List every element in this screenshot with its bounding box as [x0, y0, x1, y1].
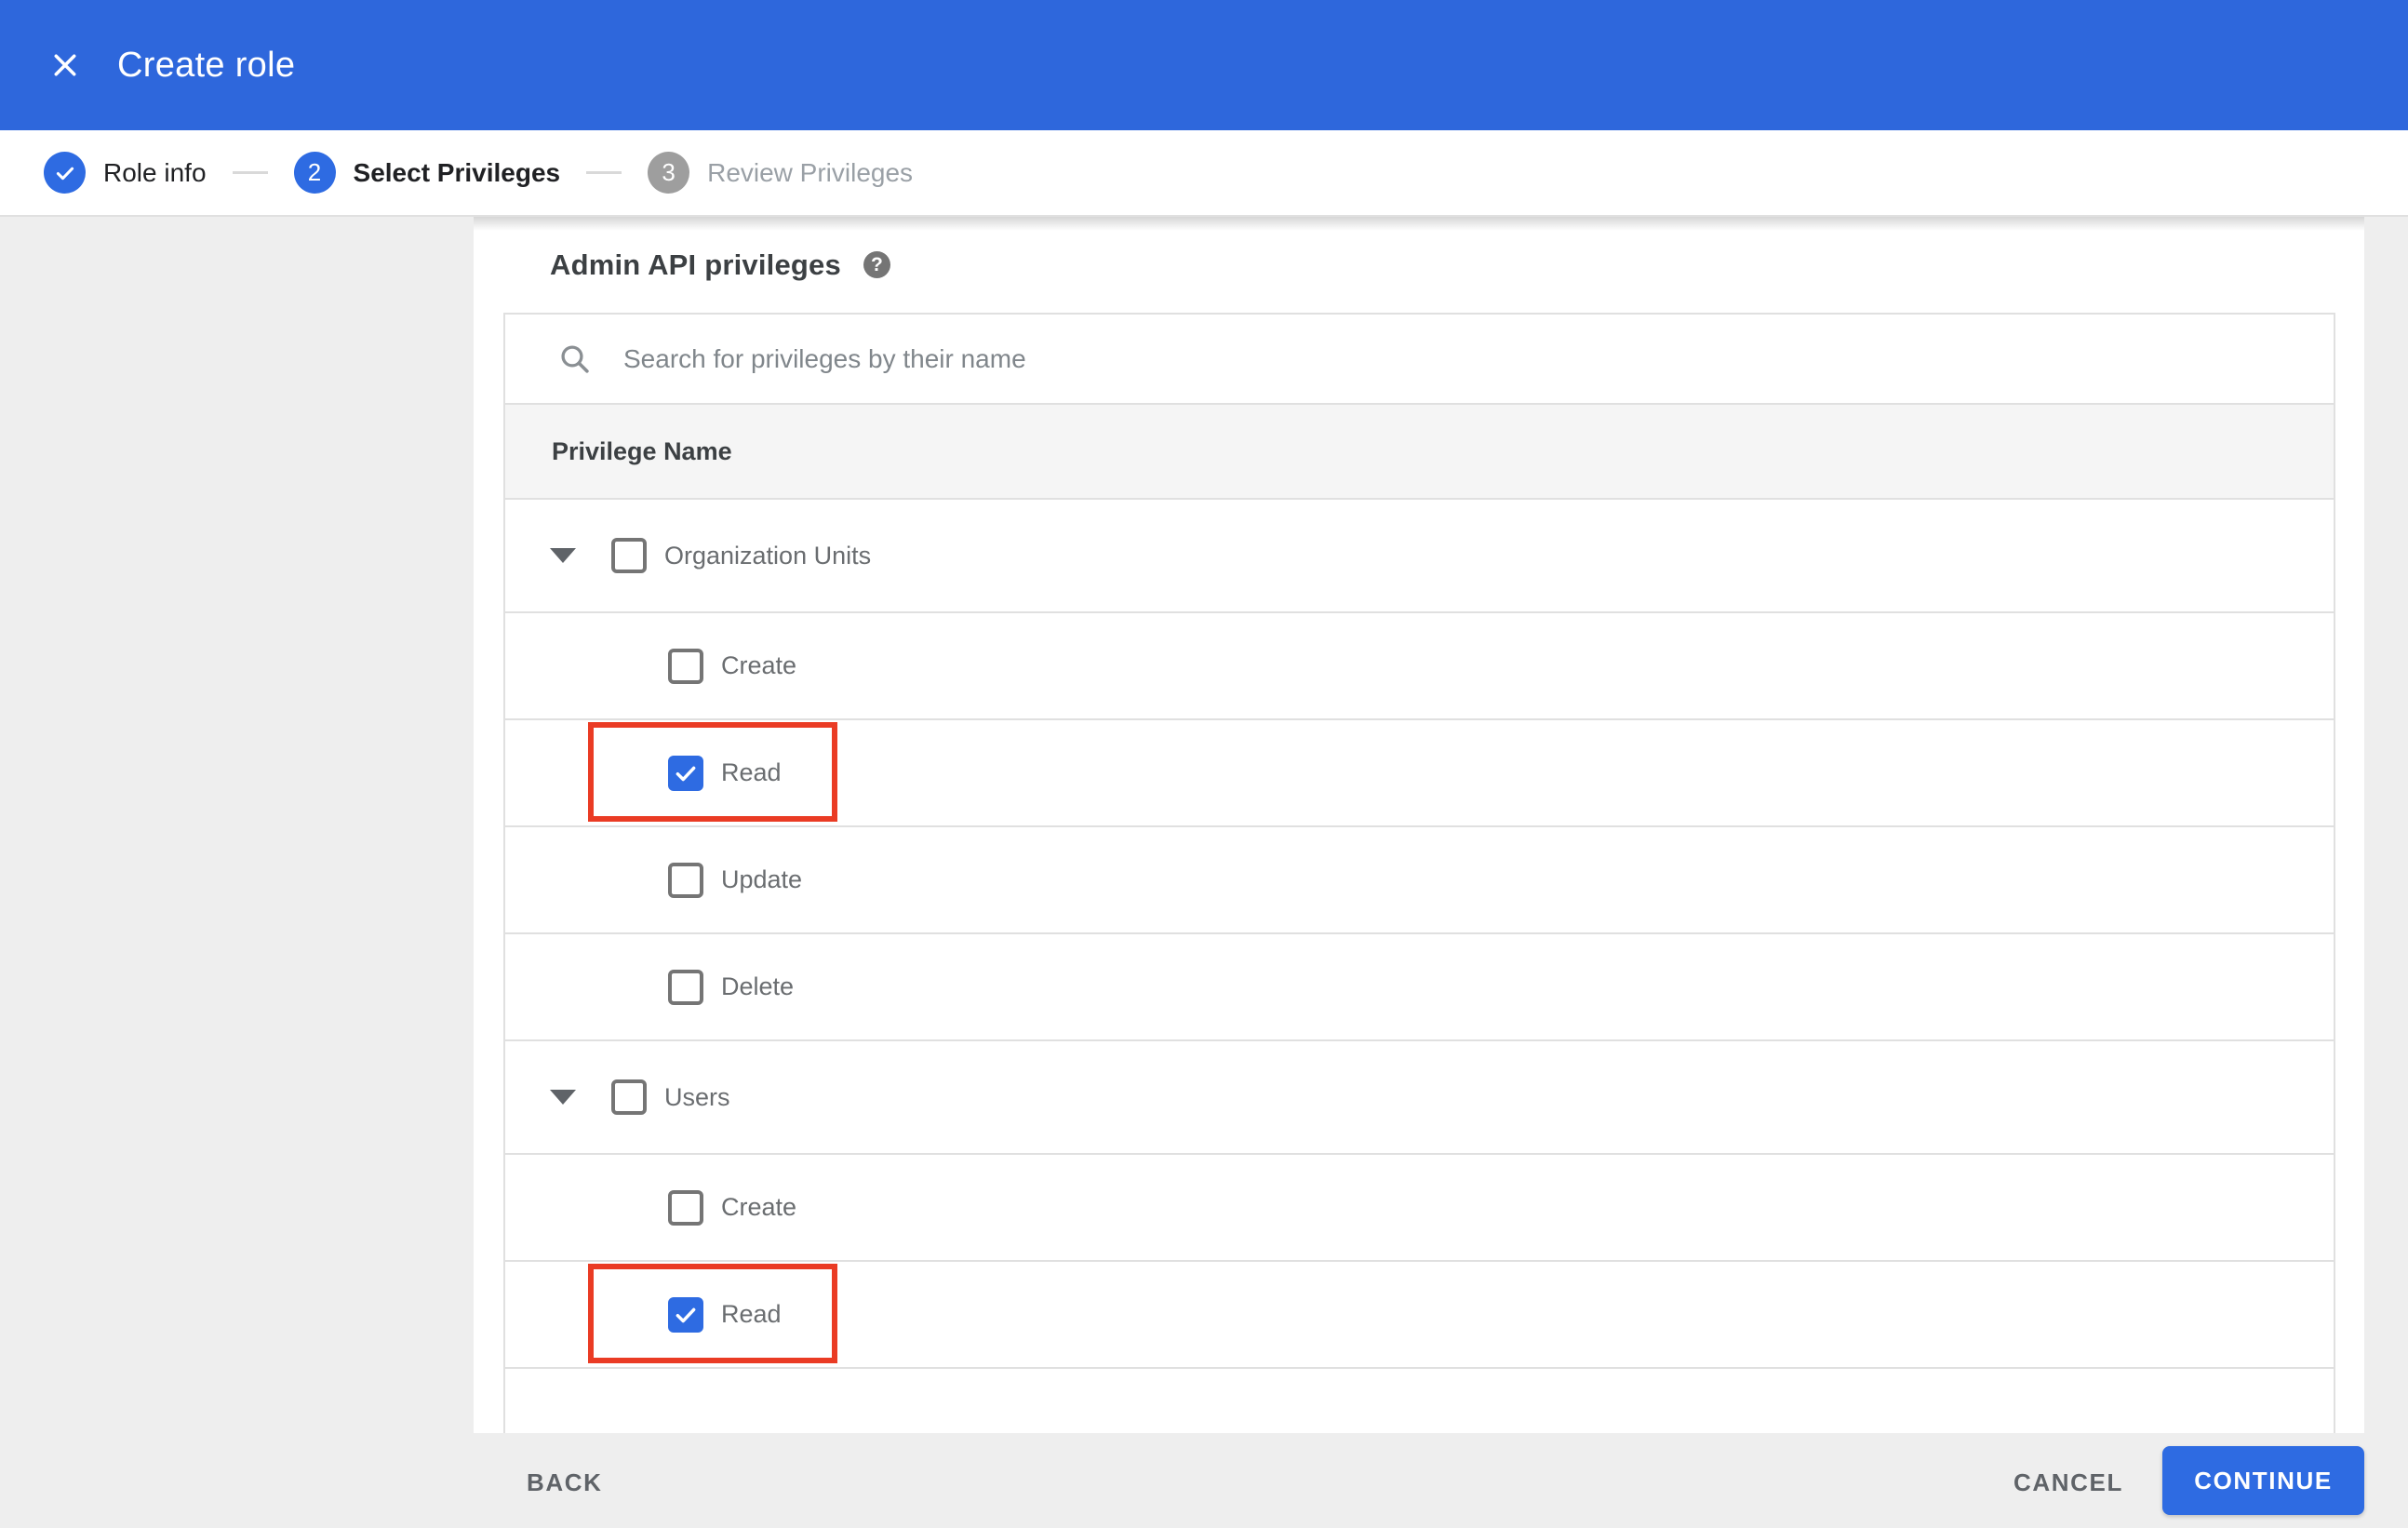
table-row-users[interactable]: Users: [505, 1041, 2334, 1155]
privileges-panel: Admin API privileges ? Privilege Name Or…: [474, 217, 2364, 1433]
step-2-badge: 2: [293, 152, 336, 194]
continue-button[interactable]: CONTINUE: [2162, 1446, 2364, 1515]
section-title: Admin API privileges: [550, 248, 841, 281]
close-button[interactable]: [39, 39, 91, 91]
back-button[interactable]: BACK: [521, 1459, 609, 1507]
dialog-title: Create role: [117, 45, 296, 85]
search-row: [505, 315, 2334, 405]
privilege-label: Users: [664, 1082, 730, 1111]
table-row-partial: [505, 1369, 2334, 1433]
step-1-done-icon: [44, 152, 86, 194]
privilege-checkbox[interactable]: [668, 755, 703, 791]
expander-triangle-icon[interactable]: [550, 548, 576, 563]
step-2-label: Select Privileges: [353, 157, 561, 187]
section-heading-row: Admin API privileges ?: [503, 217, 2335, 313]
table-row-delete[interactable]: Delete: [505, 934, 2334, 1041]
search-icon: [558, 342, 592, 376]
step-select-privileges[interactable]: 2 Select Privileges: [293, 152, 561, 194]
column-header-privilege-name: Privilege Name: [552, 436, 732, 465]
privilege-label: Read: [721, 758, 782, 786]
privilege-label: Organization Units: [664, 541, 872, 570]
privilege-checkbox[interactable]: [668, 648, 703, 684]
table-header: Privilege Name: [505, 405, 2334, 500]
close-icon: [49, 49, 81, 81]
selection-highlight-box: [588, 722, 837, 822]
table-row-create[interactable]: Create: [505, 613, 2334, 720]
privilege-label: Read: [721, 1300, 782, 1328]
privilege-checkbox[interactable]: [668, 969, 703, 1005]
privilege-checkbox[interactable]: [668, 1189, 703, 1226]
step-connector: [586, 171, 622, 174]
search-input[interactable]: [622, 342, 1928, 375]
step-connector: [232, 171, 268, 174]
app-bar: Create role: [0, 0, 2408, 130]
table-row-update[interactable]: Update: [505, 827, 2334, 934]
footer-bar: BACK CANCEL CONTINUE: [0, 1433, 2408, 1528]
privileges-table: Privilege Name Organization Units Create…: [503, 313, 2335, 1433]
privilege-checkbox[interactable]: [611, 1079, 647, 1115]
privilege-label: Delete: [721, 972, 795, 1000]
stepper: Role info 2 Select Privileges 3 Review P…: [0, 130, 2408, 217]
cancel-button[interactable]: CANCEL: [2008, 1459, 2129, 1507]
table-row-create[interactable]: Create: [505, 1155, 2334, 1262]
privilege-checkbox[interactable]: [668, 862, 703, 898]
privilege-label: Create: [721, 651, 797, 679]
privilege-label: Update: [721, 865, 803, 893]
expander-triangle-icon[interactable]: [550, 1090, 576, 1105]
step-review-privileges[interactable]: 3 Review Privileges: [648, 152, 913, 194]
table-row-organization-units[interactable]: Organization Units: [505, 500, 2334, 613]
table-row-read[interactable]: Read: [505, 720, 2334, 827]
step-1-label: Role info: [103, 157, 207, 187]
step-role-info[interactable]: Role info: [44, 152, 207, 194]
table-row-read[interactable]: Read: [505, 1262, 2334, 1369]
privilege-checkbox[interactable]: [668, 1296, 703, 1333]
selection-highlight-box: [588, 1264, 837, 1363]
step-3-label: Review Privileges: [707, 157, 914, 187]
privilege-checkbox[interactable]: [611, 538, 647, 573]
step-3-badge: 3: [648, 152, 690, 194]
help-icon[interactable]: ?: [863, 251, 890, 278]
privilege-label: Create: [721, 1193, 797, 1221]
